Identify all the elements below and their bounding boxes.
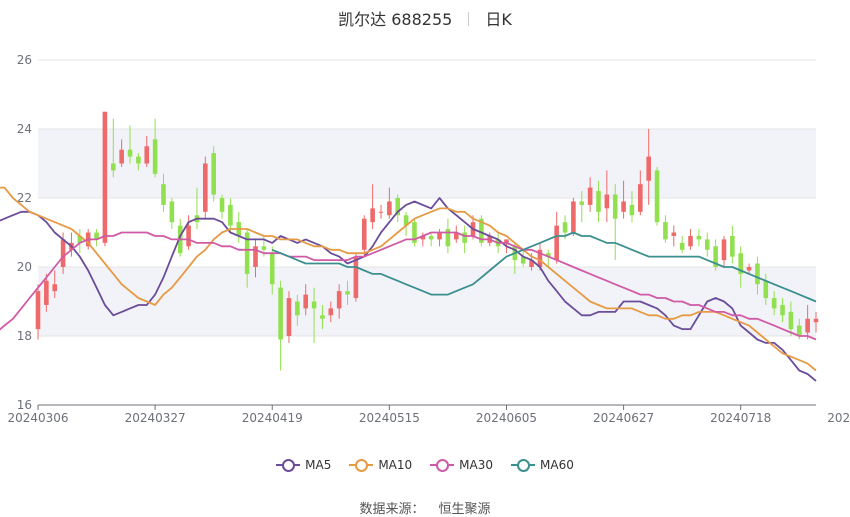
candle-body	[303, 294, 308, 309]
candle-body	[102, 111, 108, 243]
candle-body	[704, 239, 710, 250]
x-tick-label: 20240605	[476, 411, 537, 425]
candle-body	[638, 184, 643, 212]
y-tick-label: 20	[17, 260, 32, 274]
candle-body	[311, 301, 317, 309]
candle-body	[152, 139, 158, 174]
candle-body	[119, 149, 124, 164]
candle-body	[428, 235, 434, 240]
candle-body	[579, 201, 585, 205]
candlestick-chart: 16182022242620240306 20240327 20240419 2024…	[0, 53, 850, 425]
candle-body	[269, 253, 275, 285]
candle-body	[780, 304, 785, 316]
candle-body	[571, 201, 576, 233]
candle-body	[730, 235, 735, 257]
candle-body	[763, 280, 769, 299]
x-tick-label: 20240306	[7, 411, 68, 425]
chart-legend: MA5 MA10 MA30 MA60	[0, 458, 850, 472]
legend-item-ma60[interactable]: MA60	[511, 458, 574, 472]
candle-body	[203, 163, 208, 212]
candle-body	[219, 198, 225, 212]
candle-body	[144, 146, 150, 164]
candle-body	[688, 235, 693, 247]
candle-body	[663, 222, 668, 240]
candle-body	[295, 301, 300, 316]
x-tick-label: 20240515	[359, 411, 420, 425]
legend-marker-ma30	[430, 458, 455, 472]
y-tick-label: 26	[17, 53, 32, 67]
candle-body	[44, 280, 49, 305]
legend-label-ma10: MA10	[378, 458, 413, 472]
candle-body	[587, 187, 593, 205]
candle-body	[679, 242, 685, 250]
candle-body	[562, 222, 568, 233]
candle-body	[211, 153, 216, 195]
candle-body	[788, 311, 794, 330]
candle-body	[186, 225, 191, 247]
candle-body	[278, 287, 283, 340]
candle-body	[110, 163, 116, 171]
candle-body	[696, 235, 702, 240]
candle-body	[370, 208, 375, 223]
source-value: 恒生聚源	[438, 502, 491, 517]
legend-marker-ma60	[511, 458, 536, 472]
candle-body	[671, 232, 677, 236]
candle-body	[621, 201, 626, 212]
candle-body	[336, 291, 342, 309]
y-tick-label: 18	[17, 329, 32, 343]
candle-body	[805, 318, 810, 333]
candle-body	[437, 232, 442, 240]
x-tick-label: 20240718	[710, 411, 771, 425]
candle-body	[604, 194, 610, 209]
candle-body	[654, 170, 660, 223]
x-tick-label: 20240419	[242, 411, 303, 425]
legend-label-ma60: MA60	[540, 458, 574, 472]
candle-body	[554, 225, 559, 261]
candle-body	[646, 156, 651, 181]
candle-body	[387, 201, 392, 216]
candle-body	[771, 298, 777, 309]
x-tick-label: 20240808	[827, 411, 850, 425]
candle-body	[345, 291, 350, 295]
data-source: 数据来源： 恒生聚源	[0, 498, 850, 517]
candle-body	[286, 298, 292, 336]
y-tick-label: 24	[17, 122, 32, 136]
legend-marker-ma5	[276, 458, 301, 472]
legend-item-ma10[interactable]: MA10	[349, 458, 412, 472]
x-tick-label: 20240627	[593, 411, 654, 425]
candle-body	[361, 218, 367, 250]
candle-body	[353, 256, 359, 299]
candle-body	[378, 211, 384, 213]
candle-body	[596, 191, 601, 212]
legend-marker-ma10	[349, 458, 374, 472]
candle-body	[35, 291, 41, 330]
candle-body	[60, 239, 66, 267]
candle-body	[813, 318, 819, 323]
candle-body	[169, 201, 175, 223]
x-tick-label: 20240327	[125, 411, 186, 425]
source-label: 数据来源：	[359, 502, 425, 517]
candle-body	[127, 149, 133, 157]
candle-body	[721, 239, 727, 261]
candle-body	[320, 315, 325, 319]
candle-body	[746, 267, 752, 271]
candle-body	[328, 308, 334, 316]
candle-body	[136, 156, 141, 164]
legend-label-ma30: MA30	[459, 458, 494, 472]
candle-body	[261, 246, 267, 250]
candle-body	[161, 184, 166, 205]
candle-body	[52, 284, 58, 292]
candle-body	[629, 204, 635, 216]
legend-label-ma5: MA5	[305, 458, 332, 472]
legend-item-ma30[interactable]: MA30	[430, 458, 493, 472]
candle-body	[228, 204, 233, 226]
y-tick-label: 16	[17, 398, 32, 412]
candle-body	[755, 263, 760, 285]
legend-item-ma5[interactable]: MA5	[276, 458, 331, 472]
candle-body	[462, 232, 467, 243]
candle-body	[612, 194, 618, 219]
grid-band	[38, 267, 816, 336]
